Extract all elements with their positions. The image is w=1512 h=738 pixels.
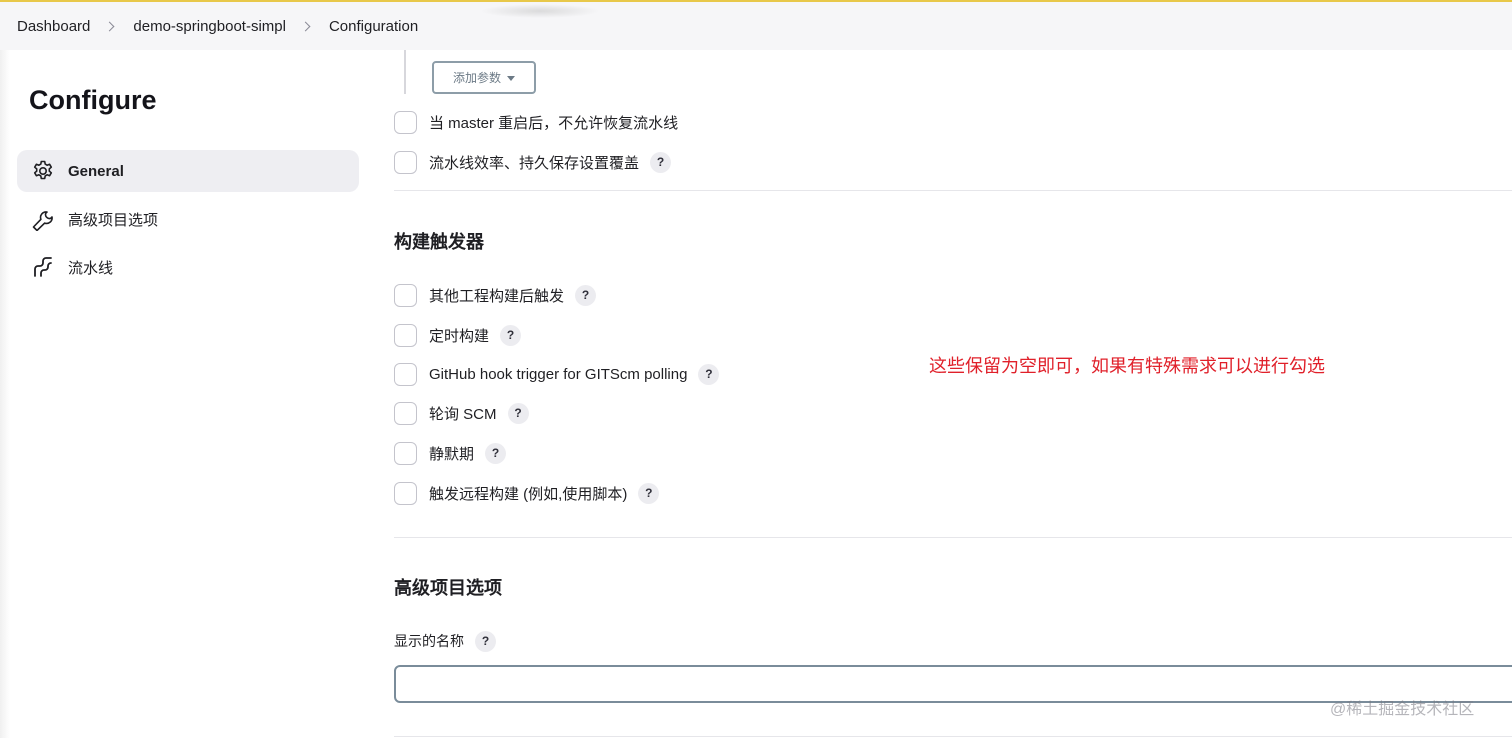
chevron-right-icon	[300, 21, 311, 31]
help-icon[interactable]: ?	[507, 402, 529, 424]
wrench-icon	[31, 207, 55, 231]
section-title-advanced: 高级项目选项	[394, 578, 502, 598]
sidebar-item-advanced[interactable]: 高级项目选项	[17, 198, 359, 240]
trigger-checkbox[interactable]	[394, 481, 417, 505]
help-icon[interactable]: ?	[650, 151, 672, 173]
add-parameter-label: 添加参数	[452, 71, 501, 85]
trigger-checkbox[interactable]	[394, 323, 417, 347]
sidebar-edge	[0, 50, 10, 738]
pipeline-icon	[31, 255, 55, 279]
trigger-checkbox[interactable]	[394, 401, 417, 425]
section-divider	[394, 537, 1512, 538]
trigger-label: 定时构建	[429, 327, 490, 345]
trigger-label: 其他工程构建后触发	[429, 287, 565, 305]
trigger-label: 静默期	[429, 445, 475, 463]
trigger-row: 轮询 SCM ?	[394, 400, 529, 426]
help-icon[interactable]: ?	[475, 630, 496, 652]
option-label: 流水线效率、持久保存设置覆盖	[429, 154, 640, 172]
chevron-right-icon	[104, 21, 115, 31]
help-icon[interactable]: ?	[638, 482, 660, 504]
option-row: 流水线效率、持久保存设置覆盖 ?	[394, 149, 672, 175]
page-title: Configure	[29, 85, 157, 115]
option-row: 当 master 重启后，不允许恢复流水线	[394, 109, 678, 135]
trigger-checkbox[interactable]	[394, 441, 417, 465]
option-checkbox[interactable]	[394, 110, 417, 134]
help-icon[interactable]: ?	[500, 324, 522, 346]
breadcrumb-dashboard[interactable]: Dashboard	[17, 18, 90, 35]
nesting-line	[404, 50, 406, 94]
caret-down-icon	[507, 75, 515, 81]
option-label: 当 master 重启后，不允许恢复流水线	[429, 114, 679, 132]
help-icon[interactable]: ?	[575, 284, 597, 306]
trigger-row: 触发远程构建 (例如,使用脚本) ?	[394, 480, 660, 506]
trigger-row: GitHub hook trigger for GITScm polling ?	[394, 361, 720, 387]
sidebar-item-general[interactable]: General	[17, 150, 359, 192]
trigger-row: 静默期 ?	[394, 440, 507, 466]
sidebar-item-label: 高级项目选项	[68, 211, 159, 229]
help-icon[interactable]: ?	[485, 442, 507, 464]
trigger-label: 触发远程构建 (例如,使用脚本)	[429, 485, 628, 503]
option-checkbox[interactable]	[394, 150, 417, 174]
trigger-row: 定时构建 ?	[394, 322, 522, 348]
section-divider	[394, 190, 1512, 191]
display-name-label: 显示的名称	[394, 633, 464, 649]
display-name-label-row: 显示的名称 ?	[394, 630, 496, 652]
breadcrumb-project[interactable]: demo-springboot-simpl	[133, 18, 286, 35]
red-annotation: 这些保留为空即可，如果有特殊需求可以进行勾选	[929, 356, 1325, 376]
section-divider	[394, 736, 1512, 737]
trigger-label: GitHub hook trigger for GITScm polling	[429, 365, 688, 383]
trigger-checkbox[interactable]	[394, 283, 417, 307]
trigger-label: 轮询 SCM	[429, 405, 497, 423]
breadcrumb-shadow	[480, 4, 600, 18]
gear-icon	[31, 159, 55, 183]
breadcrumb-configuration[interactable]: Configuration	[329, 18, 418, 35]
trigger-checkbox[interactable]	[394, 362, 417, 386]
sidebar-item-label: General	[68, 162, 124, 180]
section-title-triggers: 构建触发器	[394, 232, 484, 252]
trigger-row: 其他工程构建后触发 ?	[394, 282, 597, 308]
watermark: @稀土掘金技术社区	[1330, 701, 1475, 718]
sidebar-item-label: 流水线	[68, 259, 114, 277]
sidebar-item-pipeline[interactable]: 流水线	[17, 246, 359, 288]
help-icon[interactable]: ?	[698, 363, 720, 385]
add-parameter-button[interactable]: 添加参数	[432, 61, 536, 94]
breadcrumb: Dashboard demo-springboot-simpl Configur…	[0, 2, 1512, 50]
